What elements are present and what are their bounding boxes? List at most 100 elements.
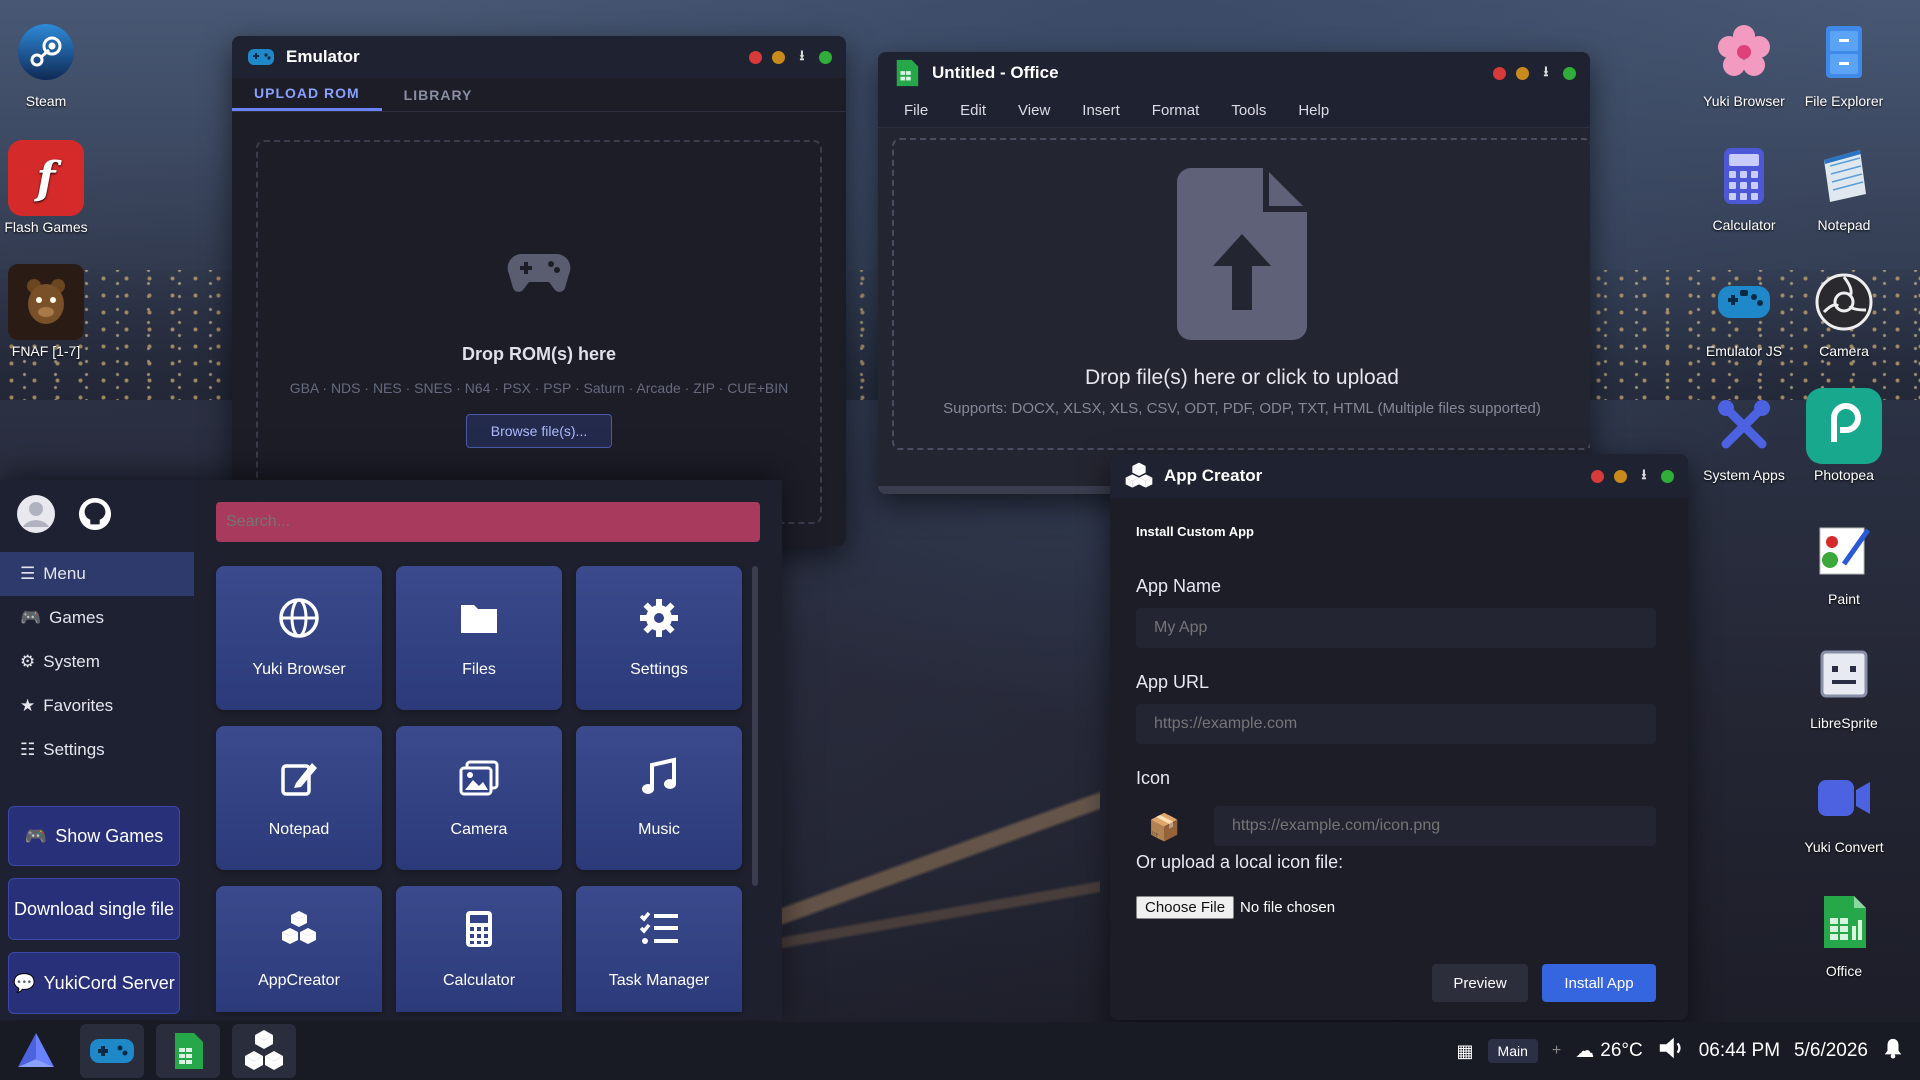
- desktop-icon-camera[interactable]: Camera: [1798, 264, 1890, 359]
- app-name-input[interactable]: [1136, 608, 1656, 648]
- app-url-input[interactable]: [1136, 704, 1656, 744]
- desktop-icon-photopea[interactable]: Photopea: [1798, 388, 1890, 483]
- start-button[interactable]: [4, 1024, 68, 1078]
- menu-edit[interactable]: Edit: [944, 94, 1002, 127]
- flash-icon: f: [8, 140, 84, 216]
- gamepad-icon: 🎮: [24, 825, 48, 846]
- close-button[interactable]: [749, 50, 762, 64]
- rom-dropzone[interactable]: Drop ROM(s) here GBA · NDS · NES · SNES …: [256, 140, 822, 524]
- desktop-icon-label: Office: [1825, 963, 1863, 979]
- start-scrollbar[interactable]: [752, 566, 758, 886]
- desktop-icon-label: Camera: [1819, 343, 1869, 359]
- tile-notepad[interactable]: Notepad: [216, 726, 382, 870]
- tile-music[interactable]: Music: [576, 726, 742, 870]
- start-menu: ☰ Menu 🎮 Games ⚙ System ★ Favorites ☷ Setting…: [0, 480, 782, 1020]
- maximize-button[interactable]: [1661, 469, 1674, 483]
- spreadsheet-icon: [1806, 884, 1882, 960]
- desktop-icon-label: Yuki Browser: [1703, 93, 1785, 109]
- tile-yuki-browser[interactable]: Yuki Browser: [216, 566, 382, 710]
- menu-file[interactable]: File: [888, 94, 944, 127]
- desktop-icon-label: LibreSprite: [1810, 715, 1878, 731]
- tile-task-manager[interactable]: Task Manager: [576, 886, 742, 1012]
- minimize-button[interactable]: [1516, 66, 1529, 80]
- cubes-icon: [1124, 461, 1154, 491]
- clock-date[interactable]: 5/6/2026: [1794, 1040, 1868, 1062]
- user-avatar-icon[interactable]: [16, 494, 56, 539]
- sidebar-item-label: Games: [49, 608, 104, 627]
- volume-icon[interactable]: [1657, 1034, 1685, 1068]
- start-search-input[interactable]: [216, 502, 760, 542]
- tile-appcreator[interactable]: AppCreator: [216, 886, 382, 1012]
- desktop-icon-yuki-browser[interactable]: Yuki Browser: [1698, 14, 1790, 109]
- taskbar-app-office[interactable]: [156, 1024, 220, 1078]
- preview-button[interactable]: Preview: [1432, 964, 1528, 1002]
- workspaces-grid-icon[interactable]: ▦: [1457, 1041, 1474, 1062]
- sidebar-item-settings[interactable]: ☷ Settings: [0, 728, 194, 772]
- notification-bell-icon[interactable]: [1882, 1037, 1904, 1065]
- choose-file-button[interactable]: Choose File: [1136, 896, 1235, 919]
- menu-insert[interactable]: Insert: [1066, 94, 1136, 127]
- tab-upload-rom[interactable]: UPLOAD ROM: [232, 78, 382, 111]
- desktop-icon-notepad[interactable]: Notepad: [1798, 138, 1890, 233]
- sidebar-item-games[interactable]: 🎮 Games: [0, 596, 194, 640]
- desktop-icon-emulator-js[interactable]: Emulator JS: [1698, 264, 1790, 359]
- taskbar-app-app-creator[interactable]: [232, 1024, 296, 1078]
- sidebar-item-menu[interactable]: ☰ Menu: [0, 552, 194, 596]
- minimize-button[interactable]: [772, 50, 785, 64]
- office-scrollbar[interactable]: [878, 486, 1118, 494]
- browse-files-button[interactable]: Browse file(s)...: [465, 414, 613, 448]
- tab-library[interactable]: LIBRARY: [382, 78, 495, 111]
- menu-format[interactable]: Format: [1136, 94, 1216, 127]
- menu-view[interactable]: View: [1002, 94, 1066, 127]
- maximize-button[interactable]: [1563, 66, 1576, 80]
- sidebar-item-system[interactable]: ⚙ System: [0, 640, 194, 684]
- download-icon[interactable]: ⭳: [795, 45, 809, 69]
- sprite-icon: [1806, 636, 1882, 712]
- start-sidebar: ☰ Menu 🎮 Games ⚙ System ★ Favorites ☷ Setting…: [0, 480, 194, 1020]
- desktop-icon-fnaf[interactable]: FNAF [1-7]: [0, 264, 92, 359]
- minimize-button[interactable]: [1614, 469, 1627, 483]
- button-label: YukiCord Server: [43, 972, 175, 993]
- add-workspace-button[interactable]: +: [1552, 1042, 1561, 1060]
- tile-files[interactable]: Files: [396, 566, 562, 710]
- workspace-main[interactable]: Main: [1487, 1039, 1538, 1063]
- taskbar-app-emulator[interactable]: [80, 1024, 144, 1078]
- steam-icon: [8, 14, 84, 90]
- menu-tools[interactable]: Tools: [1215, 94, 1282, 127]
- office-dropzone[interactable]: Drop file(s) here or click to upload Sup…: [892, 138, 1590, 450]
- desktop-icon-flash-games[interactable]: f Flash Games: [0, 140, 92, 235]
- tile-calculator[interactable]: Calculator: [396, 886, 562, 1012]
- desktop-icon-calculator[interactable]: Calculator: [1698, 138, 1790, 233]
- close-button[interactable]: [1591, 469, 1604, 483]
- desktop-icon-system-apps[interactable]: System Apps: [1698, 388, 1790, 483]
- menu-help[interactable]: Help: [1282, 94, 1345, 127]
- desktop-icon-office[interactable]: Office: [1798, 884, 1890, 979]
- camera-icon: [1806, 264, 1882, 340]
- star-icon: ★: [20, 696, 36, 715]
- download-icon[interactable]: ⭳: [1539, 61, 1553, 85]
- icon-url-input[interactable]: [1214, 806, 1656, 846]
- desktop-icon-yuki-convert[interactable]: Yuki Convert: [1798, 760, 1890, 855]
- yukicord-server-button[interactable]: 💬 YukiCord Server: [8, 952, 180, 1014]
- desktop-icon-paint[interactable]: Paint: [1798, 512, 1890, 607]
- emulator-titlebar[interactable]: Emulator ⭳: [232, 36, 846, 78]
- desktop-icon-steam[interactable]: Steam: [0, 14, 92, 109]
- maximize-button[interactable]: [819, 50, 832, 64]
- desktop-icon-libresprite[interactable]: LibreSprite: [1798, 636, 1890, 731]
- tile-settings[interactable]: Settings: [576, 566, 742, 710]
- close-button[interactable]: [1493, 66, 1506, 80]
- office-titlebar[interactable]: Untitled - Office ⭳: [878, 52, 1590, 94]
- download-single-file-button[interactable]: Download single file: [8, 878, 180, 940]
- github-icon[interactable]: [78, 497, 112, 536]
- weather-widget[interactable]: ☁ 26°C: [1575, 1040, 1642, 1063]
- sidebar-item-favorites[interactable]: ★ Favorites: [0, 684, 194, 728]
- tile-camera[interactable]: Camera: [396, 726, 562, 870]
- download-icon[interactable]: ⭳: [1637, 464, 1651, 488]
- install-app-button[interactable]: Install App: [1542, 964, 1656, 1002]
- tile-label: Notepad: [268, 821, 330, 838]
- app-creator-titlebar[interactable]: App Creator ⭳: [1110, 454, 1688, 498]
- show-games-button[interactable]: 🎮 Show Games: [8, 806, 180, 866]
- clock-time[interactable]: 06:44 PM: [1699, 1040, 1780, 1062]
- desktop-icon-file-explorer[interactable]: File Explorer: [1798, 14, 1890, 109]
- wallpaper-bridge: [780, 740, 1100, 1040]
